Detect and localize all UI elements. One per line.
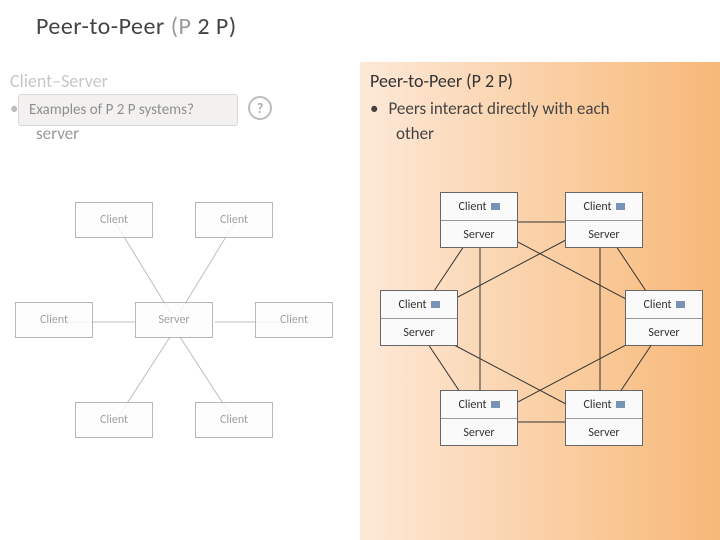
bullet-dot: • <box>370 98 378 119</box>
client-server-diagram: Client Client Client Server Client Clien… <box>10 182 350 462</box>
peer-node: Client Server <box>440 192 518 248</box>
p2p-diagram: Client Server Client Server Client Serve… <box>370 182 710 462</box>
peer-node: Client Server <box>380 290 458 346</box>
peer-server-label: Server <box>381 319 457 347</box>
peer-client-label: Client <box>583 398 611 412</box>
right-bullet-text2: other <box>360 123 720 144</box>
peer-client-label: Client <box>643 298 671 312</box>
slide-title: Peer-to-Peer (P 2 P) <box>0 0 720 47</box>
title-part3: 2 P) <box>191 12 236 41</box>
right-heading: Peer-to-Peer (P 2 P) <box>360 62 720 96</box>
peer-node: Client Server <box>625 290 703 346</box>
right-bullet-text1: Peers interact directly with each <box>388 98 710 119</box>
cs-client-node: Client <box>15 302 93 338</box>
cs-client-node: Client <box>255 302 333 338</box>
cs-client-node: Client <box>195 202 273 238</box>
right-column: Peer-to-Peer (P 2 P) • Peers interact di… <box>360 62 720 540</box>
left-bullet-text2: server <box>0 123 360 144</box>
peer-server-label: Server <box>566 221 642 249</box>
cs-client-node: Client <box>195 402 273 438</box>
peer-server-label: Server <box>566 419 642 447</box>
question-mark-icon: ? <box>248 96 272 120</box>
computer-icon <box>616 401 625 408</box>
right-bullet: • Peers interact directly with each <box>360 96 720 125</box>
cs-client-node: Client <box>75 402 153 438</box>
peer-node: Client Server <box>440 390 518 446</box>
peer-server-label: Server <box>626 319 702 347</box>
overlay-question-box: Examples of P 2 P systems? <box>18 94 238 126</box>
left-heading: Client–Server <box>0 62 360 96</box>
computer-icon <box>431 301 440 308</box>
title-part2: (P <box>171 12 192 41</box>
cs-client-node: Client <box>75 202 153 238</box>
computer-icon <box>491 401 500 408</box>
peer-client-label: Client <box>458 200 486 214</box>
peer-client-label: Client <box>458 398 486 412</box>
cs-server-node: Server <box>135 302 213 338</box>
peer-client-label: Client <box>583 200 611 214</box>
title-part1: Peer-to-Peer <box>36 12 171 41</box>
computer-icon <box>676 301 685 308</box>
peer-node: Client Server <box>565 192 643 248</box>
peer-server-label: Server <box>441 419 517 447</box>
computer-icon <box>616 203 625 210</box>
peer-node: Client Server <box>565 390 643 446</box>
peer-client-label: Client <box>398 298 426 312</box>
left-column: Client–Server • Clients interact directl… <box>0 62 360 540</box>
peer-server-label: Server <box>441 221 517 249</box>
computer-icon <box>491 203 500 210</box>
